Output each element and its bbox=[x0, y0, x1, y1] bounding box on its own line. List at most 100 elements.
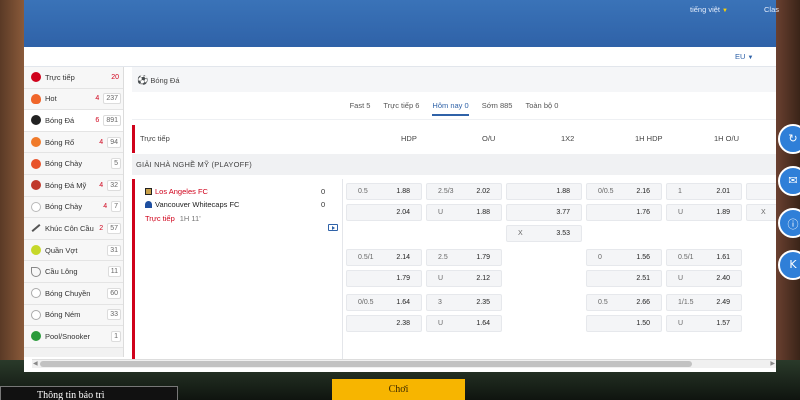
sidebar-item[interactable]: Pool/Snooker 1 bbox=[24, 326, 123, 348]
column-header: HDP bbox=[401, 134, 417, 143]
odds-cell[interactable]: U 1.57 bbox=[666, 315, 742, 332]
scroll-right-icon[interactable]: ▶ bbox=[770, 360, 775, 367]
horizontal-scrollbar[interactable]: ◀ ▶ bbox=[32, 359, 776, 368]
sidebar-item[interactable]: Bóng Đá 6 891 bbox=[24, 110, 123, 132]
odds-cell[interactable] bbox=[746, 183, 776, 200]
sidebar-item-label: Trực tiếp bbox=[45, 72, 75, 82]
odds-cell[interactable]: U 1.89 bbox=[666, 204, 742, 221]
mail-icon[interactable]: ✉ bbox=[778, 166, 800, 196]
odds-cell[interactable]: 0/0.5 2.16 bbox=[586, 183, 662, 200]
handball-icon bbox=[31, 309, 41, 320]
refresh-icon[interactable]: ↻ bbox=[778, 124, 800, 154]
match-row[interactable]: Los Angeles FC 0 Vancouver Whitecaps FC … bbox=[132, 179, 342, 359]
event-count: 11 bbox=[107, 266, 121, 278]
live-icon bbox=[31, 72, 41, 83]
sidebar-item[interactable]: Quần Vợt 31 bbox=[24, 239, 123, 262]
event-count: 33 bbox=[107, 309, 121, 321]
k-logo-icon[interactable]: K bbox=[778, 250, 800, 280]
sub-bar: EU ▼ bbox=[24, 47, 776, 67]
sidebar-item[interactable]: Trực tiếp 20 bbox=[24, 67, 123, 89]
language-selector[interactable]: tiếng việt ▼ bbox=[690, 5, 728, 14]
currency-selector[interactable]: EU ▼ bbox=[735, 52, 753, 61]
odds-cell[interactable]: 0.5/1 2.14 bbox=[346, 249, 422, 266]
odds-cell[interactable]: U 2.40 bbox=[666, 270, 742, 287]
baseball-icon bbox=[31, 158, 41, 169]
sidebar-item[interactable]: Hot 4 237 bbox=[24, 88, 123, 111]
class-label[interactable]: Clas bbox=[764, 5, 779, 14]
odds-cell[interactable]: 1.88 bbox=[506, 183, 582, 200]
odds-cell[interactable]: 3 2.35 bbox=[426, 294, 502, 311]
info-icon[interactable]: ⓘ bbox=[778, 208, 800, 238]
tab-fast-5[interactable]: Fast 5 bbox=[350, 98, 371, 113]
event-count: 891 bbox=[103, 114, 121, 126]
odds-cell[interactable]: 1.50 bbox=[586, 315, 662, 332]
tennis-ball-icon bbox=[31, 245, 41, 256]
top-bar: tiếng việt ▼ bbox=[24, 0, 776, 47]
event-count: 5 bbox=[111, 158, 121, 170]
odds-cell[interactable]: U 1.88 bbox=[426, 204, 502, 221]
event-count: 60 bbox=[107, 287, 121, 299]
odds-price: 2.49 bbox=[716, 299, 730, 306]
sidebar-item[interactable]: Bóng Ném 33 bbox=[24, 304, 123, 327]
play-button[interactable]: Chơi bbox=[332, 379, 465, 400]
event-count: 32 bbox=[107, 179, 121, 191]
sidebar-item[interactable]: Bóng Chày 4 7 bbox=[24, 196, 123, 219]
odds-cell[interactable]: 1 2.01 bbox=[666, 183, 742, 200]
odds-cell[interactable]: 0.5 2.66 bbox=[586, 294, 662, 311]
odds-cell[interactable]: X 3.53 bbox=[506, 225, 582, 242]
odds-cell[interactable]: 0/0.5 1.64 bbox=[346, 294, 422, 311]
maintenance-info-tab[interactable]: Thông tin bảo trì bbox=[0, 386, 178, 400]
odds-cell[interactable]: 2.51 bbox=[586, 270, 662, 287]
odds-cell[interactable]: 0.5/1 1.61 bbox=[666, 249, 742, 266]
sidebar-item[interactable]: Bóng Chày 5 bbox=[24, 153, 123, 175]
odds-line: U bbox=[438, 320, 444, 327]
odds-cell[interactable]: 1.76 bbox=[586, 204, 662, 221]
odds-cell[interactable]: U 2.12 bbox=[426, 270, 502, 287]
breadcrumb: ⚽ Bóng Đá bbox=[137, 76, 180, 86]
sidebar-item[interactable]: Cầu Lông 11 bbox=[24, 261, 123, 283]
odds-cell[interactable]: 0 1.56 bbox=[586, 249, 662, 266]
hockey-stick-icon bbox=[31, 224, 41, 233]
odds-cell[interactable]: 1.79 bbox=[346, 270, 422, 287]
odds-price: 1.88 bbox=[476, 209, 490, 216]
scrollbar-thumb[interactable] bbox=[40, 361, 692, 367]
live-count: 4 bbox=[99, 138, 104, 146]
odds-price: 1.88 bbox=[556, 188, 570, 195]
tab-to-n-b-0[interactable]: Toàn bộ 0 bbox=[525, 98, 558, 113]
home-team: Los Angeles FC bbox=[145, 187, 208, 196]
odds-price: 2.66 bbox=[636, 299, 650, 306]
sidebar-item[interactable]: Khúc Côn Cầu 2 57 bbox=[24, 218, 123, 240]
tab-tr-c-ti-p-6[interactable]: Trực tiếp 6 bbox=[383, 98, 419, 113]
tab-h-m-nay-0[interactable]: Hôm nay 0 bbox=[432, 98, 469, 116]
live-count: 6 bbox=[95, 116, 100, 124]
odds-price: 1.61 bbox=[716, 254, 730, 261]
odds-line: 0/0.5 bbox=[358, 299, 374, 306]
odds-price: 2.14 bbox=[396, 254, 410, 261]
soccer-ball-icon bbox=[31, 115, 41, 126]
sidebar-item[interactable]: Bóng Chuyền 60 bbox=[24, 282, 123, 305]
odds-price: 1.56 bbox=[636, 254, 650, 261]
badminton-icon bbox=[31, 266, 41, 277]
column-header: O/U bbox=[482, 134, 496, 143]
odds-price: 2.04 bbox=[396, 209, 410, 216]
odds-cell[interactable]: 2.5 1.79 bbox=[426, 249, 502, 266]
sidebar-item[interactable]: Bóng Đá Mỹ 4 32 bbox=[24, 174, 123, 197]
odds-line: 0.5 bbox=[358, 188, 368, 195]
odds-cell[interactable]: X bbox=[746, 204, 776, 221]
odds-cell[interactable]: 3.77 bbox=[506, 204, 582, 221]
tab-s-m-885[interactable]: Sớm 885 bbox=[482, 98, 513, 113]
odds-price: 2.01 bbox=[716, 188, 730, 195]
odds-cell[interactable]: 2.04 bbox=[346, 204, 422, 221]
sidebar-item[interactable]: Bóng Rổ 4 94 bbox=[24, 131, 123, 154]
tv-icon[interactable] bbox=[328, 224, 338, 231]
period-tabs: Fast 5 Trực tiếp 6 Hôm nay 0 Sớm 885 Toàn bộ… bbox=[132, 92, 776, 120]
odds-cell[interactable]: 0.5 1.88 bbox=[346, 183, 422, 200]
odds-cell[interactable]: 1/1.5 2.49 bbox=[666, 294, 742, 311]
odds-price: 1.57 bbox=[716, 320, 730, 327]
odds-cell[interactable]: 2.5/3 2.02 bbox=[426, 183, 502, 200]
league-header[interactable]: GIẢI NHÀ NGHỀ MỸ (PLAYOFF) bbox=[132, 154, 776, 175]
sidebar-item-label: Pool/Snooker bbox=[45, 331, 91, 341]
odds-cell[interactable]: U 1.64 bbox=[426, 315, 502, 332]
odds-cell[interactable]: 2.38 bbox=[346, 315, 422, 332]
scroll-left-icon[interactable]: ◀ bbox=[33, 360, 38, 367]
